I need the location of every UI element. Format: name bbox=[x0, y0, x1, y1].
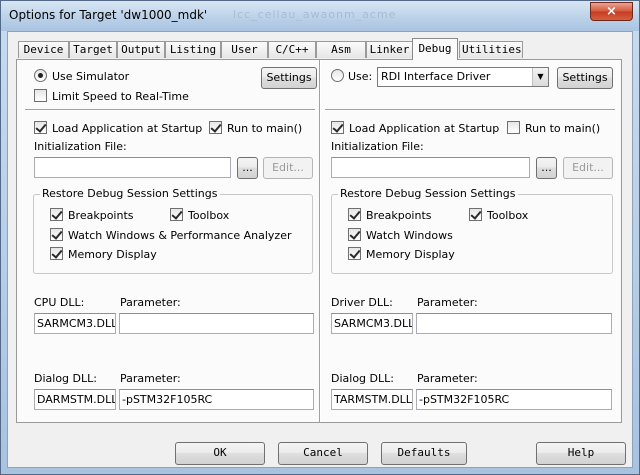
left-watch-label: Watch Windows & Performance Analyzer bbox=[68, 229, 292, 242]
left-restore-group-title: Restore Debug Session Settings bbox=[40, 187, 220, 201]
cancel-button[interactable]: Cancel bbox=[278, 442, 368, 465]
left-dialog-param-input[interactable]: -pSTM32F105RC bbox=[119, 389, 314, 410]
right-watch-label: Watch Windows bbox=[366, 229, 453, 242]
right-dialog-param-input[interactable]: -pSTM32F105RC bbox=[416, 389, 612, 410]
right-run-to-main-checkbox[interactable] bbox=[507, 121, 520, 134]
left-browse-button[interactable]: ... bbox=[237, 157, 258, 179]
tab-listing[interactable]: Listing bbox=[165, 41, 221, 58]
right-separator bbox=[325, 109, 615, 111]
right-browse-button[interactable]: ... bbox=[536, 157, 557, 179]
right-load-app-checkbox[interactable] bbox=[331, 121, 344, 134]
left-run-to-main-checkbox[interactable] bbox=[209, 121, 222, 134]
right-restore-group-title: Restore Debug Session Settings bbox=[338, 187, 518, 201]
cpu-dll-input[interactable]: SARMCM3.DLL bbox=[34, 313, 116, 334]
driver-param-label: Parameter: bbox=[417, 296, 478, 309]
left-init-file-label: Initialization File: bbox=[34, 140, 127, 153]
use-driver-radio[interactable] bbox=[331, 69, 344, 82]
tab-output[interactable]: Output bbox=[117, 41, 165, 58]
right-dialog-param-label: Parameter: bbox=[417, 372, 478, 385]
debug-tab-panel: Use Simulator Settings Limit Speed to Re… bbox=[16, 59, 622, 423]
tab-utilities[interactable]: Utilities bbox=[459, 41, 523, 58]
defaults-button[interactable]: Defaults bbox=[381, 442, 467, 465]
left-load-app-checkbox[interactable] bbox=[34, 121, 47, 134]
tab-linker[interactable]: Linker bbox=[366, 41, 413, 58]
tab-debug[interactable]: Debug bbox=[412, 38, 458, 60]
left-dialog-dll-label: Dialog DLL: bbox=[34, 372, 97, 385]
cpu-param-input[interactable] bbox=[119, 313, 314, 334]
help-button[interactable]: Help bbox=[536, 442, 626, 465]
right-init-file-label: Initialization File: bbox=[331, 140, 424, 153]
left-toolbox-label: Toolbox bbox=[188, 209, 230, 222]
right-breakpoints-checkbox[interactable] bbox=[348, 208, 361, 221]
driver-settings-button[interactable]: Settings bbox=[557, 67, 613, 89]
left-toolbox-checkbox[interactable] bbox=[170, 208, 183, 221]
left-run-to-main-label: Run to main() bbox=[227, 122, 303, 135]
tab-target[interactable]: Target bbox=[69, 41, 117, 58]
left-memory-checkbox[interactable] bbox=[50, 247, 63, 260]
ok-button[interactable]: OK bbox=[175, 442, 265, 465]
tab-device[interactable]: Device bbox=[18, 41, 69, 58]
right-load-app-label: Load Application at Startup bbox=[349, 122, 500, 135]
left-dialog-param-label: Parameter: bbox=[120, 372, 181, 385]
left-breakpoints-checkbox[interactable] bbox=[50, 208, 63, 221]
left-edit-button[interactable]: Edit... bbox=[263, 157, 313, 179]
right-edit-button[interactable]: Edit... bbox=[563, 157, 613, 179]
limit-speed-label: Limit Speed to Real-Time bbox=[52, 90, 189, 103]
options-dialog: Options for Target 'dw1000_mdk' lcc_cell… bbox=[0, 0, 640, 475]
driver-dll-input[interactable]: SARMCM3.DLL bbox=[331, 313, 413, 334]
tab-user[interactable]: User bbox=[221, 41, 268, 58]
left-init-file-input[interactable] bbox=[34, 157, 231, 178]
left-separator bbox=[25, 109, 315, 111]
simulator-settings-button[interactable]: Settings bbox=[261, 67, 317, 89]
right-dialog-dll-input[interactable]: TARMSTM.DLL bbox=[331, 389, 413, 410]
driver-select-value: RDI Interface Driver bbox=[381, 70, 491, 83]
right-breakpoints-label: Breakpoints bbox=[366, 209, 432, 222]
use-driver-label: Use: bbox=[348, 70, 373, 83]
right-dialog-dll-label: Dialog DLL: bbox=[331, 372, 394, 385]
right-toolbox-checkbox[interactable] bbox=[469, 208, 482, 221]
right-memory-label: Memory Display bbox=[366, 248, 455, 261]
chevron-down-icon[interactable]: ▼ bbox=[532, 68, 548, 86]
background-window-title: lcc_cellau_awaonm_acme bbox=[233, 8, 397, 21]
driver-param-input[interactable] bbox=[416, 313, 612, 334]
right-run-to-main-label: Run to main() bbox=[525, 122, 601, 135]
use-simulator-radio[interactable] bbox=[34, 69, 47, 82]
driver-dll-label: Driver DLL: bbox=[331, 296, 393, 309]
right-watch-checkbox[interactable] bbox=[348, 228, 361, 241]
left-load-app-label: Load Application at Startup bbox=[52, 122, 203, 135]
use-simulator-label: Use Simulator bbox=[52, 70, 130, 83]
panel-divider bbox=[319, 60, 321, 422]
left-watch-checkbox[interactable] bbox=[50, 228, 63, 241]
cpu-param-label: Parameter: bbox=[120, 296, 181, 309]
right-memory-checkbox[interactable] bbox=[348, 247, 361, 260]
title-bar[interactable]: Options for Target 'dw1000_mdk' lcc_cell… bbox=[1, 1, 639, 31]
close-button[interactable]: × bbox=[590, 2, 633, 21]
left-dialog-dll-input[interactable]: DARMSTM.DLL bbox=[34, 389, 116, 410]
cpu-dll-label: CPU DLL: bbox=[34, 296, 85, 309]
tab-asm[interactable]: Asm bbox=[316, 41, 366, 58]
right-toolbox-label: Toolbox bbox=[487, 209, 529, 222]
dialog-client-area: Device Target Output Listing User C/C++ … bbox=[7, 31, 633, 468]
close-icon: × bbox=[606, 4, 617, 19]
right-init-file-input[interactable] bbox=[331, 157, 530, 178]
left-memory-label: Memory Display bbox=[68, 248, 157, 261]
left-breakpoints-label: Breakpoints bbox=[68, 209, 134, 222]
limit-speed-checkbox[interactable] bbox=[34, 89, 47, 102]
window-title: Options for Target 'dw1000_mdk' bbox=[9, 8, 208, 22]
driver-select[interactable]: RDI Interface Driver ▼ bbox=[377, 67, 549, 87]
tab-c-cpp[interactable]: C/C++ bbox=[268, 41, 316, 58]
